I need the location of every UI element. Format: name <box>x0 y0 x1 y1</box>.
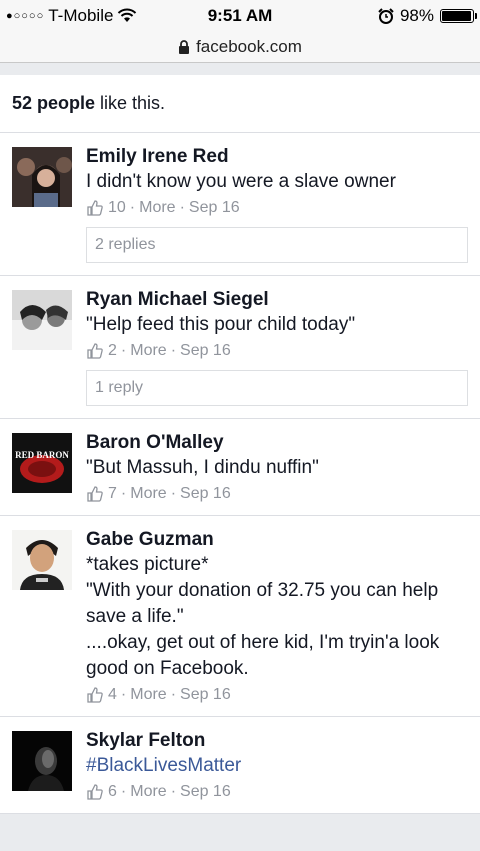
avatar-photo-icon <box>12 290 72 350</box>
avatar[interactable] <box>12 731 72 791</box>
like-thumb-icon[interactable] <box>86 342 104 360</box>
replies-label: 1 reply <box>95 379 144 396</box>
comment-meta: 4 · More · Sep 16 <box>86 686 468 704</box>
more-link[interactable]: More <box>130 783 166 801</box>
separator: · <box>170 485 177 502</box>
avatar[interactable] <box>12 290 72 350</box>
separator: · <box>170 783 177 800</box>
replies-button[interactable]: 2 replies <box>86 227 468 263</box>
comment-body: Gabe Guzman *takes picture* "With your d… <box>86 528 468 704</box>
lock-icon <box>179 39 190 54</box>
comment-body: Emily Irene Red I didn't know you were a… <box>86 145 468 263</box>
comment-text: "With your donation of 32.75 you can hel… <box>86 580 439 627</box>
avatar[interactable] <box>12 530 72 590</box>
status-bar: ●○○○○ T-Mobile 9:51 AM 98% <box>0 0 480 32</box>
battery-level <box>442 11 472 21</box>
like-thumb-icon[interactable] <box>86 686 104 704</box>
comment-author[interactable]: Ryan Michael Siegel <box>86 288 468 312</box>
more-link[interactable]: More <box>139 199 175 217</box>
comment-date[interactable]: Sep 16 <box>180 783 231 801</box>
separator: · <box>120 686 127 703</box>
like-count[interactable]: 2 <box>108 342 117 360</box>
comment-author[interactable]: Skylar Felton <box>86 729 468 753</box>
likes-count[interactable]: 52 people <box>12 93 95 114</box>
comment-meta: 10 · More · Sep 16 <box>86 199 468 217</box>
comment-item: Gabe Guzman *takes picture* "With your d… <box>0 516 480 717</box>
comment-meta: 6 · More · Sep 16 <box>86 783 468 801</box>
likes-summary[interactable]: 52 people like this. <box>0 75 480 133</box>
like-count[interactable]: 4 <box>108 686 117 704</box>
status-right: 98% <box>378 6 477 26</box>
comment-date[interactable]: Sep 16 <box>180 342 231 360</box>
more-link[interactable]: More <box>130 686 166 704</box>
like-thumb-icon[interactable] <box>86 199 104 217</box>
avatar[interactable]: RED BARON <box>12 433 72 493</box>
avatar-photo-icon <box>12 731 72 791</box>
hashtag-link[interactable]: #BlackLivesMatter <box>86 753 468 779</box>
comment-body: Baron O'Malley "But Massuh, I dindu nuff… <box>86 431 468 503</box>
like-count[interactable]: 10 <box>108 199 126 217</box>
comment-item: Ryan Michael Siegel "Help feed this pour… <box>0 276 480 419</box>
comment-body: Ryan Michael Siegel "Help feed this pour… <box>86 288 468 406</box>
like-thumb-icon[interactable] <box>86 783 104 801</box>
comment-meta: 7 · More · Sep 16 <box>86 485 468 503</box>
like-count[interactable]: 6 <box>108 783 117 801</box>
comment-author[interactable]: Baron O'Malley <box>86 431 468 455</box>
more-link[interactable]: More <box>130 485 166 503</box>
separator: · <box>120 783 127 800</box>
more-link[interactable]: More <box>130 342 166 360</box>
comment-text: ....okay, get out of here kid, I'm tryin… <box>86 632 440 679</box>
separator: · <box>170 686 177 703</box>
separator: · <box>120 485 127 502</box>
comment-date[interactable]: Sep 16 <box>189 199 240 217</box>
like-count[interactable]: 7 <box>108 485 117 503</box>
comment-author[interactable]: Gabe Guzman <box>86 528 468 552</box>
comment-body: Skylar Felton #BlackLivesMatter 6 · More… <box>86 729 468 801</box>
comment-text: I didn't know you were a slave owner <box>86 171 396 192</box>
alarm-clock-icon <box>378 8 394 24</box>
address-bar[interactable]: facebook.com <box>0 32 480 63</box>
replies-button[interactable]: 1 reply <box>86 370 468 406</box>
comment-date[interactable]: Sep 16 <box>180 485 231 503</box>
comment-date[interactable]: Sep 16 <box>180 686 231 704</box>
replies-label: 2 replies <box>95 236 156 253</box>
avatar-photo-icon <box>12 530 72 590</box>
comments-section: 52 people like this. Emily Irene Red I d… <box>0 75 480 814</box>
avatar-logo-text: RED BARON <box>15 450 69 460</box>
comment-text: "But Massuh, I dindu nuffin" <box>86 457 319 478</box>
comment-text: "Help feed this pour child today" <box>86 314 356 335</box>
separator: · <box>170 342 177 359</box>
separator: · <box>120 342 127 359</box>
comment-item: RED BARON Baron O'Malley "But Massuh, I … <box>0 419 480 516</box>
separator: · <box>129 199 136 216</box>
avatar-photo-icon <box>12 147 72 207</box>
like-thumb-icon[interactable] <box>86 485 104 503</box>
separator: · <box>179 199 185 216</box>
comment-text: *takes picture* <box>86 554 209 575</box>
comment-meta: 2 · More · Sep 16 <box>86 342 468 360</box>
likes-suffix: like this. <box>100 93 166 113</box>
red-baron-logo-icon: RED BARON <box>12 433 72 493</box>
comment-item: Skylar Felton #BlackLivesMatter 6 · More… <box>0 717 480 814</box>
avatar[interactable] <box>12 147 72 207</box>
url-text: facebook.com <box>196 37 302 56</box>
battery-percent: 98% <box>399 6 434 25</box>
comment-author[interactable]: Emily Irene Red <box>86 145 468 169</box>
battery-icon <box>440 9 477 23</box>
comment-item: Emily Irene Red I didn't know you were a… <box>0 133 480 276</box>
